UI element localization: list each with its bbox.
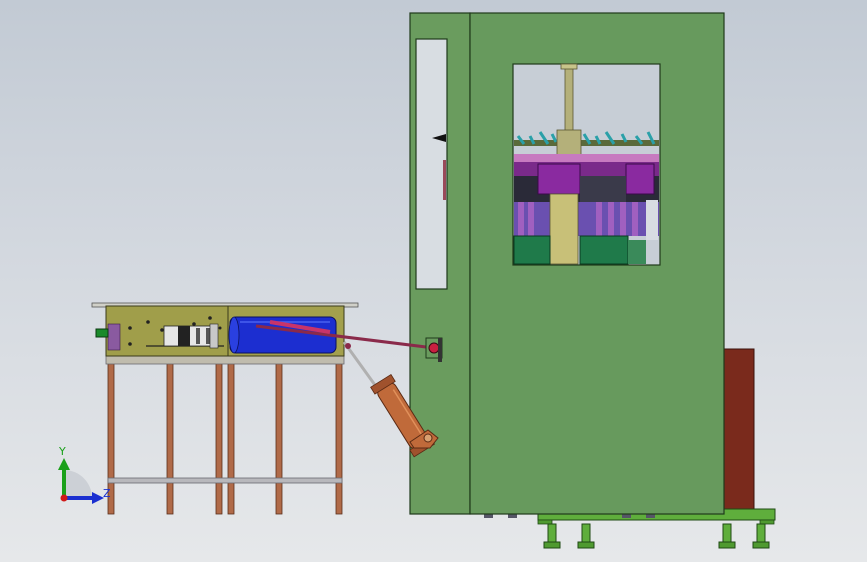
triad-z-label: Z [103,487,111,500]
leveling-foot [543,523,561,549]
main-machine-cabinet[interactable] [409,12,776,549]
base-frame [484,508,776,549]
bench-legs [107,361,343,515]
side-slot-window [415,38,448,290]
coordinate-triad: Y Z [58,445,111,504]
rear-panel [719,348,755,512]
leveling-foot [577,523,595,549]
triad-y-label: Y [58,445,66,458]
side-indicator [443,160,446,200]
pivot-bracket-upper [425,337,443,362]
leveling-foot [718,523,736,549]
cad-viewport[interactable]: Y Z [0,0,867,562]
leveling-foot [752,523,770,549]
bench-frame [105,355,345,365]
bench-crossbar [107,477,343,484]
triad-y-arrow [58,458,70,470]
front-viewing-window [512,63,661,266]
triad-origin [60,494,68,502]
triad-quadrant [64,470,92,498]
